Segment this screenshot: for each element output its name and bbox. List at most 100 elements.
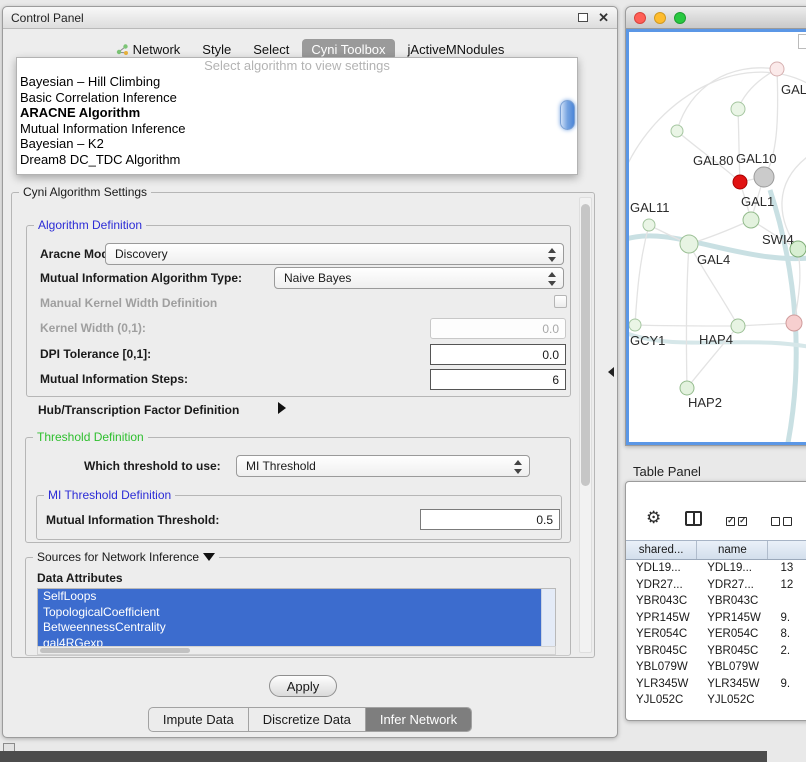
- tab-infer-network[interactable]: Infer Network: [365, 708, 471, 731]
- network-tab-icon: [116, 43, 129, 56]
- gear-icon[interactable]: ⚙: [646, 509, 661, 526]
- table-row[interactable]: YDR27... YDR27... 12: [626, 577, 806, 594]
- node-label[interactable]: GAL11: [630, 200, 670, 215]
- node-label[interactable]: GAL80: [693, 153, 733, 168]
- select-all-checks-icon[interactable]: [726, 517, 747, 526]
- table-panel-window: ⚙ shared... name YDL19... YDL19... 13: [625, 481, 806, 721]
- tab-impute-data[interactable]: Impute Data: [149, 708, 248, 731]
- attribute-item[interactable]: TopologicalCoefficient: [38, 605, 541, 621]
- attribute-item[interactable]: BetweennessCentrality: [38, 620, 541, 636]
- table-header-row: shared... name: [626, 540, 806, 560]
- window-title: Control Panel: [11, 11, 84, 25]
- settings-scrollbar-thumb[interactable]: [581, 204, 590, 486]
- combo-arrows-icon: [548, 272, 556, 286]
- table-row[interactable]: YDL19... YDL19... 13: [626, 560, 806, 577]
- node-label[interactable]: GAL: [781, 82, 806, 97]
- algorithm-option-selected[interactable]: ARACNE Algorithm: [17, 105, 577, 121]
- network-window-titlebar[interactable]: [626, 7, 806, 29]
- expand-right-icon[interactable]: [278, 402, 286, 414]
- control-panel-window: Control Panel ✕ Network Style Select Cyn…: [2, 6, 618, 738]
- attribute-item[interactable]: SelfLoops: [38, 589, 541, 605]
- unchecked-box-icon: [771, 517, 780, 526]
- table-row[interactable]: YLR345W YLR345W 9.: [626, 676, 806, 693]
- cell: YLR345W: [697, 676, 768, 693]
- node-label[interactable]: GCY1: [630, 333, 665, 348]
- manual-kernel-checkbox[interactable]: [554, 295, 567, 308]
- network-node[interactable]: [743, 212, 759, 228]
- network-node[interactable]: [680, 381, 694, 395]
- cell: YBL079W: [697, 659, 768, 676]
- attributes-vscrollbar[interactable]: [541, 589, 555, 649]
- dpi-tolerance-field[interactable]: 0.0: [430, 344, 566, 365]
- popup-scrollbar-thumb[interactable]: [560, 100, 575, 130]
- network-node[interactable]: [754, 167, 774, 187]
- data-attributes-list[interactable]: SelfLoops TopologicalCoefficient Between…: [37, 588, 556, 650]
- sources-legend[interactable]: Sources for Network Inference: [33, 550, 219, 564]
- table-row[interactable]: YBL079W YBL079W: [626, 659, 806, 676]
- collapse-down-icon[interactable]: [203, 553, 215, 561]
- network-node[interactable]: [643, 219, 655, 231]
- aracne-mode-combo[interactable]: Discovery: [105, 243, 564, 265]
- which-threshold-combo[interactable]: MI Threshold: [236, 455, 530, 477]
- clear-all-checks-icon[interactable]: [771, 517, 792, 526]
- cell: YDL19...: [626, 560, 697, 577]
- attributes-hscrollbar[interactable]: [37, 646, 556, 655]
- algorithm-option[interactable]: Dream8 DC_TDC Algorithm: [17, 152, 577, 168]
- mi-threshold-field[interactable]: 0.5: [420, 509, 560, 530]
- mi-type-value: Naive Bayes: [284, 271, 351, 285]
- algorithm-option[interactable]: Basic Correlation Inference: [17, 90, 577, 106]
- table-row[interactable]: YER054C YER054C 8.: [626, 626, 806, 643]
- node-label[interactable]: HAP4: [699, 332, 733, 347]
- settings-scrollbar-track[interactable]: [579, 197, 592, 653]
- node-label[interactable]: SWI4: [762, 232, 794, 247]
- close-icon[interactable]: ✕: [598, 11, 609, 24]
- aracne-mode-value: Discovery: [115, 247, 168, 261]
- table-panel-title: Table Panel: [633, 464, 701, 479]
- tab-discretize-data[interactable]: Discretize Data: [248, 708, 365, 731]
- network-canvas[interactable]: GAL GAL80 GAL10 GAL11 GAL1 SWI4 GAL4 GCY…: [626, 29, 806, 445]
- network-node[interactable]: [629, 319, 641, 331]
- algorithm-option[interactable]: Mutual Information Inference: [17, 121, 577, 137]
- node-label[interactable]: HAP2: [688, 395, 722, 410]
- network-scrollbar-fragment[interactable]: [798, 34, 806, 49]
- tab-style-label: Style: [202, 42, 231, 57]
- network-node[interactable]: [731, 102, 745, 116]
- splitter-collapse-icon[interactable]: [608, 367, 614, 377]
- network-node[interactable]: [731, 319, 745, 333]
- combo-arrows-icon: [548, 248, 556, 262]
- control-panel-titlebar[interactable]: Control Panel ✕: [3, 7, 617, 29]
- columns-icon[interactable]: [685, 511, 702, 526]
- mi-type-combo[interactable]: Naive Bayes: [274, 267, 564, 289]
- network-node[interactable]: [770, 62, 784, 76]
- network-node[interactable]: [786, 315, 802, 331]
- apply-button[interactable]: Apply: [269, 675, 337, 697]
- network-node[interactable]: [680, 235, 698, 253]
- cyni-settings-legend: Cyni Algorithm Settings: [19, 185, 151, 199]
- table-row[interactable]: YBR045C YBR045C 2.: [626, 643, 806, 660]
- table-row[interactable]: YPR145W YPR145W 9.: [626, 610, 806, 627]
- tab-select-label: Select: [253, 42, 289, 57]
- attributes-hscrollbar-thumb[interactable]: [40, 648, 190, 653]
- algorithm-definition-legend: Algorithm Definition: [34, 218, 146, 232]
- mac-zoom-button[interactable]: [674, 12, 686, 24]
- kernel-width-field[interactable]: 0.0: [430, 318, 566, 339]
- network-node[interactable]: [671, 125, 683, 137]
- table-row[interactable]: YJL052C YJL052C: [626, 692, 806, 709]
- column-header-name[interactable]: name: [697, 541, 768, 559]
- column-header-partial[interactable]: [768, 541, 806, 559]
- mac-minimize-button[interactable]: [654, 12, 666, 24]
- cell: YLR345W: [626, 676, 697, 693]
- mi-steps-field[interactable]: 6: [430, 369, 566, 390]
- algorithm-option[interactable]: Bayesian – Hill Climbing: [17, 74, 577, 90]
- float-window-icon[interactable]: [578, 13, 588, 22]
- table-row[interactable]: YBR043C YBR043C: [626, 593, 806, 610]
- column-header-shared-name[interactable]: shared...: [626, 541, 697, 559]
- node-label[interactable]: GAL1: [741, 194, 774, 209]
- node-label[interactable]: GAL4: [697, 252, 730, 267]
- hub-section-label[interactable]: Hub/Transcription Factor Definition: [38, 403, 239, 417]
- mac-close-button[interactable]: [634, 12, 646, 24]
- bottom-status-strip: [0, 751, 767, 762]
- algorithm-option[interactable]: Bayesian – K2: [17, 136, 577, 152]
- node-label[interactable]: GAL10: [736, 151, 776, 166]
- network-node-selected-red[interactable]: [733, 175, 747, 189]
